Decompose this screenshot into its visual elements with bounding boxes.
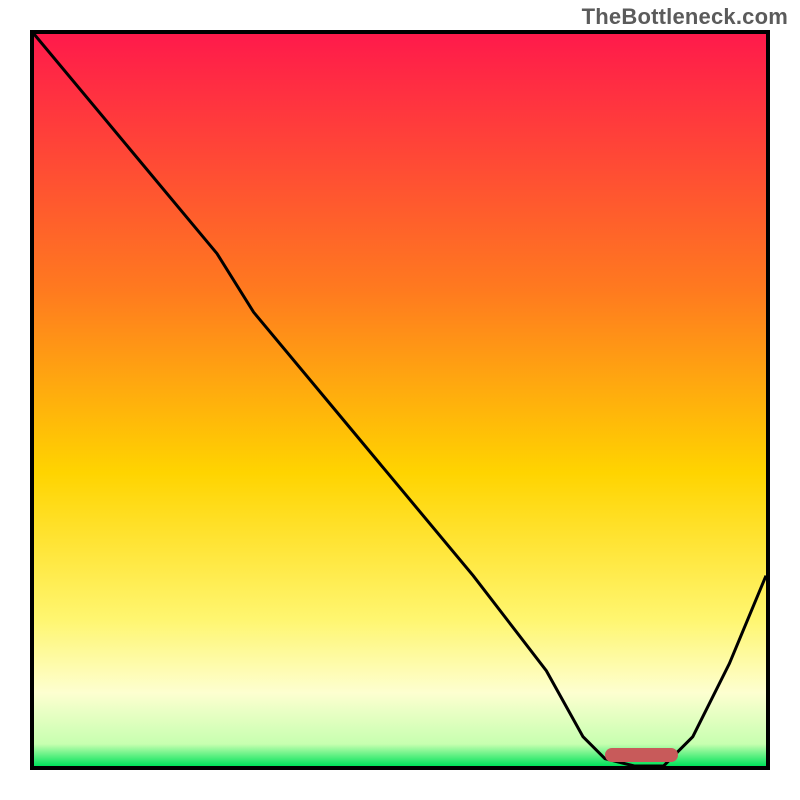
chart-frame: [30, 30, 770, 770]
bottleneck-curve: [34, 34, 766, 766]
chart-container: TheBottleneck.com: [0, 0, 800, 800]
watermark-text: TheBottleneck.com: [582, 4, 788, 30]
optimal-range-marker: [605, 748, 678, 762]
curve-path: [34, 34, 766, 766]
